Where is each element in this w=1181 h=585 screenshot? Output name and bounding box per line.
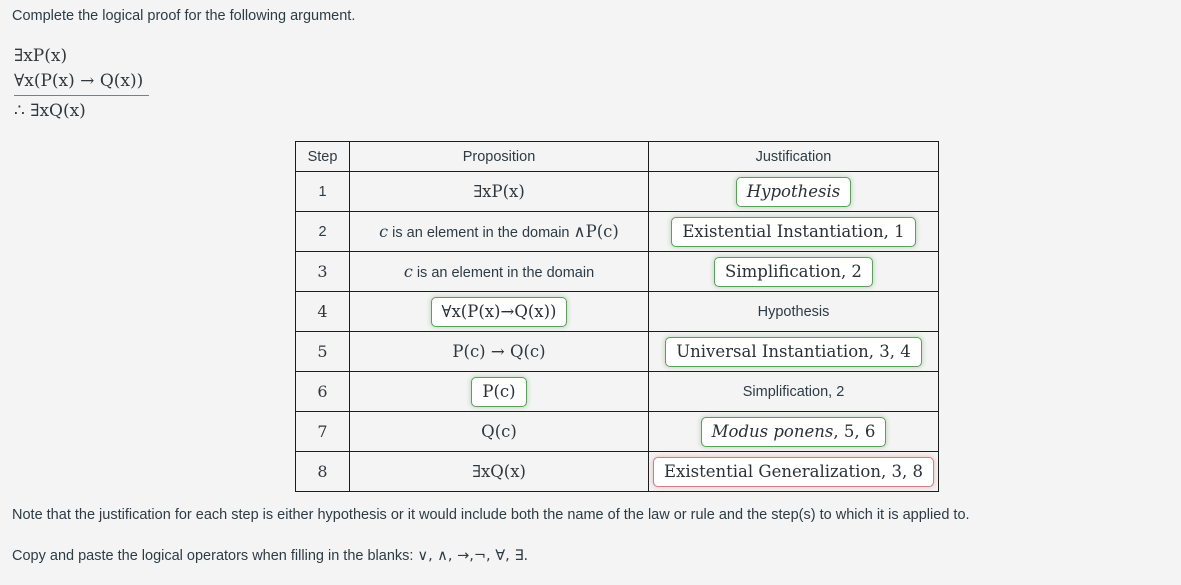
proposition-cell: c is an element in the domain ∧P(c)	[349, 211, 649, 252]
justification-answer-box[interactable]: Simplification, 2	[714, 256, 873, 287]
justification-answer-box[interactable]: Existential Instantiation, 1	[671, 216, 916, 247]
table-header-row: Step Proposition Justification	[295, 141, 939, 172]
justification-text: Existential Instantiation, 1	[682, 222, 905, 241]
exercise-prompt: Complete the logical proof for the follo…	[12, 8, 356, 24]
note-prefix: Copy and paste the logical operators whe…	[12, 548, 418, 564]
proposition-text: ∀x(P(x)→Q(x))	[441, 302, 557, 321]
table-row: 8 ∃xQ(x) Existential Generalization, 3, …	[295, 451, 939, 492]
justification-rule-name: Modus ponens	[711, 422, 834, 441]
table-row: 2 c is an element in the domain ∧P(c) Ex…	[295, 211, 939, 252]
proposition-cell: P(c) → Q(c)	[349, 331, 649, 372]
header-step: Step	[295, 141, 350, 172]
argument-block: ∃xP(x) ∀x(P(x) → Q(x)) ∴ ∃xQ(x)	[14, 44, 150, 124]
justification-cell: Hypothesis	[648, 291, 939, 332]
proposition-text: P(c) → Q(c)	[452, 342, 546, 361]
step-number: 4	[295, 291, 350, 332]
justification-text: Existential Generalization, 3, 8	[664, 462, 923, 481]
proposition-phrase: is an element in the domain	[412, 265, 595, 281]
justification-text: Hypothesis	[757, 303, 830, 320]
proposition-cell: P(c)	[349, 371, 649, 412]
proposition-answer-box[interactable]: P(c)	[471, 376, 527, 407]
proposition-text: c is an element in the domain ∧P(c)	[379, 222, 619, 241]
argument-premises: ∃xP(x) ∀x(P(x) → Q(x))	[14, 44, 150, 96]
table-row: 4 ∀x(P(x)→Q(x)) Hypothesis	[295, 291, 939, 332]
proposition-cell: ∀x(P(x)→Q(x))	[349, 291, 649, 332]
proposition-variable: c	[403, 262, 413, 281]
proposition-text: P(c)	[482, 382, 516, 401]
proposition-text: c is an element in the domain	[404, 262, 594, 281]
step-number: 8	[295, 451, 350, 492]
table-row: 6 P(c) Simplification, 2	[295, 371, 939, 412]
justification-text: Simplification, 2	[725, 262, 862, 281]
proposition-text: ∃xP(x)	[473, 182, 525, 201]
proposition-phrase: is an element in the domain	[388, 225, 574, 241]
argument-conclusion: ∴ ∃xQ(x)	[14, 101, 86, 121]
justification-cell: Simplification, 2	[648, 371, 939, 412]
step-number: 5	[295, 331, 350, 372]
justification-steps: , 5, 6	[833, 422, 876, 441]
justification-cell: Universal Instantiation, 3, 4	[648, 331, 939, 372]
table-row: 7 Q(c) Modus ponens, 5, 6	[295, 411, 939, 452]
justification-cell: Modus ponens, 5, 6	[648, 411, 939, 452]
step-number: 1	[295, 171, 350, 212]
step-number: 6	[295, 371, 350, 412]
justification-cell: Existential Generalization, 3, 8	[648, 451, 939, 492]
proposition-cell: c is an element in the domain	[349, 251, 649, 292]
proposition-cell: Q(c)	[349, 411, 649, 452]
proposition-answer-box[interactable]: ∀x(P(x)→Q(x))	[430, 296, 568, 327]
note-justification-format: Note that the justification for each ste…	[12, 507, 970, 523]
justification-answer-box[interactable]: Existential Generalization, 3, 8	[653, 456, 934, 487]
premise-1: ∃xP(x)	[14, 46, 68, 66]
justification-cell: Existential Instantiation, 1	[648, 211, 939, 252]
step-number: 2	[295, 211, 350, 252]
proof-table: Step Proposition Justification 1 ∃xP(x) …	[295, 141, 939, 492]
justification-answer-box[interactable]: Universal Instantiation, 3, 4	[665, 336, 922, 367]
header-justification: Justification	[648, 141, 939, 172]
proposition-variable: c	[379, 222, 389, 241]
proposition-cell: ∃xQ(x)	[349, 451, 649, 492]
justification-answer-box[interactable]: Modus ponens, 5, 6	[700, 416, 887, 447]
justification-answer-box[interactable]: Hypothesis	[735, 176, 852, 207]
justification-text: Universal Instantiation, 3, 4	[676, 342, 911, 361]
justification-text: Hypothesis	[746, 182, 841, 201]
header-proposition: Proposition	[349, 141, 649, 172]
step-number: 3	[295, 251, 350, 292]
proposition-text: Q(c)	[481, 422, 517, 441]
proposition-text: ∃xQ(x)	[472, 462, 526, 481]
justification-cell: Simplification, 2	[648, 251, 939, 292]
logical-operators-list: ∨, ∧, →,¬, ∀, ∃.	[417, 548, 529, 564]
note-copy-paste-operators: Copy and paste the logical operators whe…	[12, 546, 528, 566]
proposition-formula: ∧P(c)	[573, 222, 619, 241]
justification-text: Simplification, 2	[742, 383, 845, 400]
table-row: 1 ∃xP(x) Hypothesis	[295, 171, 939, 212]
justification-cell: Hypothesis	[648, 171, 939, 212]
table-row: 3 c is an element in the domain Simplifi…	[295, 251, 939, 292]
proposition-cell: ∃xP(x)	[349, 171, 649, 212]
table-row: 5 P(c) → Q(c) Universal Instantiation, 3…	[295, 331, 939, 372]
step-number: 7	[295, 411, 350, 452]
premise-2: ∀x(P(x) → Q(x))	[14, 71, 144, 91]
